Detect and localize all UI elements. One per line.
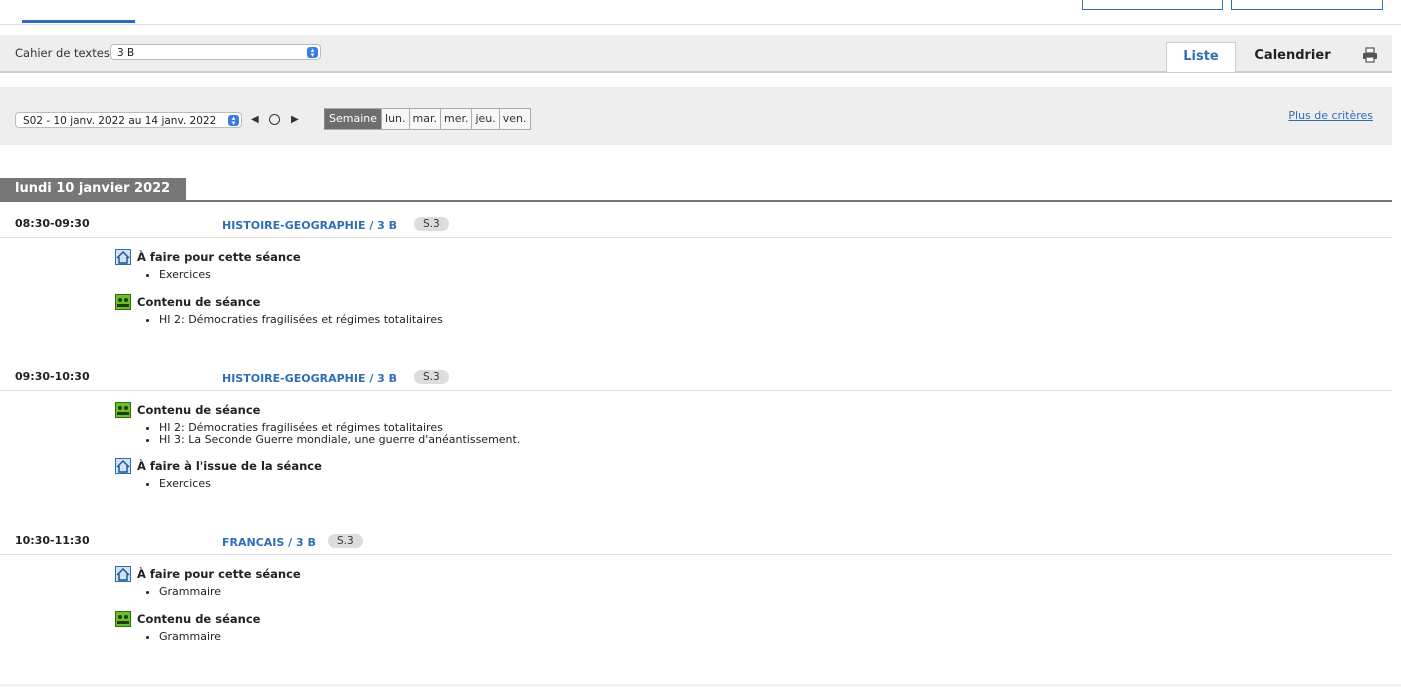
session-header: 09:30-10:30 HISTOIRE-GEOGRAPHIE / 3 B S.… (0, 364, 1392, 391)
block-title: À faire pour cette séance (137, 250, 301, 264)
homework-block: À faire pour cette séance Exercices (115, 249, 301, 281)
block-items: HI 2: Démocraties fragilisées et régimes… (115, 422, 520, 446)
block-title: Contenu de séance (137, 403, 261, 417)
session-header: 10:30-11:30 FRANCAIS / 3 B S.3 (0, 528, 1392, 555)
session-time: 10:30-11:30 (15, 534, 90, 547)
room-badge: S.3 (414, 217, 449, 231)
homework-block: À faire à l'issue de la séance Exercices (115, 458, 322, 490)
block-items: Grammaire (115, 631, 260, 643)
week-select-value: S02 - 10 janv. 2022 au 14 janv. 2022 (23, 115, 217, 127)
list-item: Exercices (159, 269, 301, 281)
top-action-button-1[interactable] (1082, 0, 1223, 10)
content-block: Contenu de séance HI 2: Démocraties frag… (115, 402, 520, 446)
block-title: À faire pour cette séance (137, 567, 301, 581)
block-items: Exercices (115, 269, 301, 281)
session-time: 08:30-09:30 (15, 217, 90, 230)
day-header: lundi 10 janvier 2022 (0, 178, 1392, 202)
homework-icon (115, 566, 131, 582)
block-title: À faire à l'issue de la séance (137, 459, 322, 473)
room-badge: S.3 (328, 534, 363, 548)
tab-calendrier[interactable]: Calendrier (1245, 42, 1340, 70)
block-items: Grammaire (115, 586, 301, 598)
day-button-mar[interactable]: mar. (409, 108, 441, 130)
lesson-content-icon (115, 402, 131, 418)
block-title: Contenu de séance (137, 295, 261, 309)
top-navigation (0, 0, 1401, 25)
session: 09:30-10:30 HISTOIRE-GEOGRAPHIE / 3 B S.… (0, 364, 1392, 490)
select-arrows-icon: ▴ ▾ (307, 46, 318, 58)
homework-block: À faire pour cette séance Grammaire (115, 566, 301, 598)
session-subject[interactable]: FRANCAIS / 3 B (222, 536, 316, 549)
session: 10:30-11:30 FRANCAIS / 3 B S.3 À faire p… (0, 528, 1392, 643)
printer-icon[interactable] (1362, 47, 1378, 63)
lesson-content-icon (115, 611, 131, 627)
homework-icon (115, 249, 131, 265)
week-select[interactable]: S02 - 10 janv. 2022 au 14 janv. 2022 ▴ ▾ (15, 112, 242, 128)
day-label: lundi 10 janvier 2022 (0, 178, 186, 200)
content-block: Contenu de séance HI 2: Démocraties frag… (115, 294, 443, 326)
select-arrows-icon: ▴ ▾ (228, 114, 239, 126)
previous-week-icon[interactable]: ◀ (251, 114, 259, 125)
session: 08:30-09:30 HISTOIRE-GEOGRAPHIE / 3 B S.… (0, 211, 1392, 326)
session-subject[interactable]: HISTOIRE-GEOGRAPHIE / 3 B (222, 219, 397, 232)
day-button-mer[interactable]: mer. (440, 108, 473, 130)
tab-liste[interactable]: Liste (1166, 42, 1236, 72)
room-badge: S.3 (414, 370, 449, 384)
cahier-label: Cahier de textes (15, 46, 110, 60)
content-block: Contenu de séance Grammaire (115, 611, 260, 643)
day-button-ven[interactable]: ven. (499, 108, 531, 130)
list-item: Grammaire (159, 631, 260, 643)
list-item: Grammaire (159, 586, 301, 598)
next-week-icon[interactable]: ▶ (291, 114, 299, 125)
day-filter-buttons: Semaine lun. mar. mer. jeu. ven. (324, 108, 531, 130)
session-subject[interactable]: HISTOIRE-GEOGRAPHIE / 3 B (222, 372, 397, 385)
top-action-button-2[interactable] (1231, 0, 1383, 10)
cahier-select[interactable]: 3 B ▴ ▾ (110, 44, 321, 60)
list-item: Exercices (159, 478, 322, 490)
cahier-select-value: 3 B (117, 47, 135, 59)
block-items: Exercices (115, 478, 322, 490)
more-criteria-link[interactable]: Plus de critères (1288, 109, 1373, 122)
day-button-lun[interactable]: lun. (382, 108, 410, 130)
block-items: HI 2: Démocraties fragilisées et régimes… (115, 314, 443, 326)
active-top-tab-indicator (22, 20, 135, 23)
day-button-jeu[interactable]: jeu. (472, 108, 500, 130)
homework-icon (115, 458, 131, 474)
lesson-content-icon (115, 294, 131, 310)
list-item: HI 3: La Seconde Guerre mondiale, une gu… (159, 434, 520, 446)
list-item: HI 2: Démocraties fragilisées et régimes… (159, 314, 443, 326)
current-week-icon[interactable] (269, 114, 280, 125)
day-button-semaine[interactable]: Semaine (324, 108, 383, 130)
week-filter-bar: S02 - 10 janv. 2022 au 14 janv. 2022 ▴ ▾ … (0, 87, 1392, 145)
session-header: 08:30-09:30 HISTOIRE-GEOGRAPHIE / 3 B S.… (0, 211, 1392, 238)
session-time: 09:30-10:30 (15, 370, 90, 383)
cahier-toolbar: Cahier de textes 3 B ▴ ▾ Liste Calendrier (0, 35, 1392, 73)
block-title: Contenu de séance (137, 612, 261, 626)
